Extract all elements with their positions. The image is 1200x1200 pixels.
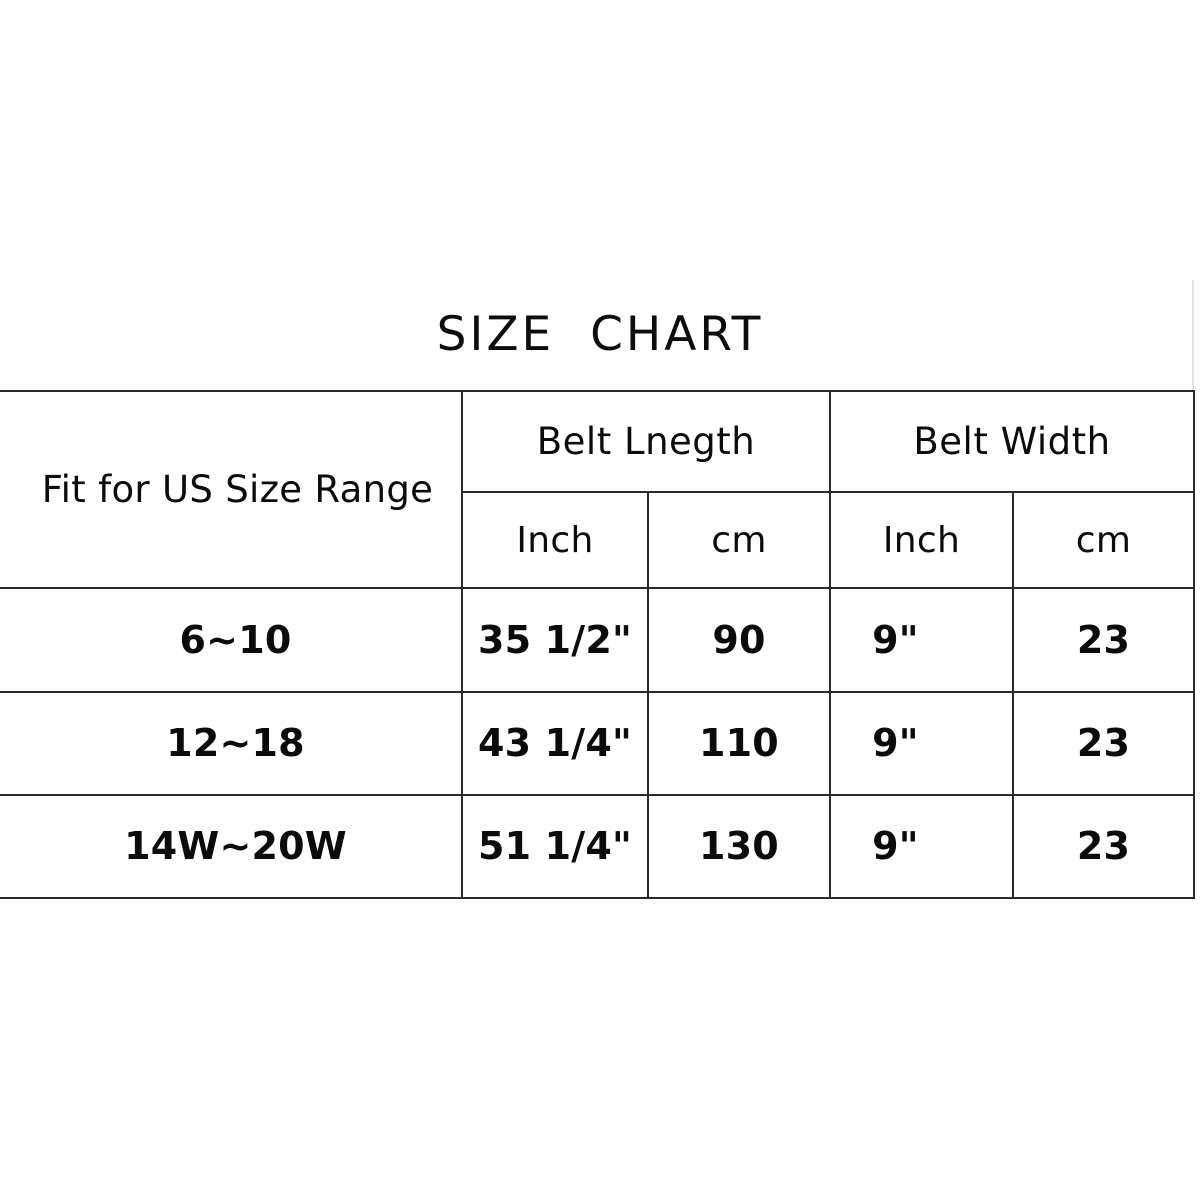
cell-belt-length-inch: 43 1/4"	[461, 690, 649, 796]
cell-belt-length-cm: 90	[647, 587, 831, 693]
size-chart-table: Fit for US Size Range Belt Lnegth Belt W…	[0, 389, 1196, 900]
cell-belt-width-inch: 9"	[829, 793, 1014, 900]
table-row: 12~18 43 1/4" 110 9" 23	[0, 690, 1196, 796]
header-belt-length: Belt Lnegth	[461, 390, 831, 493]
header-fit-for-us-size-range: Fit for US Size Range	[0, 389, 463, 590]
cell-size-range: 12~18	[0, 690, 463, 796]
cell-belt-width-inch: 9"	[829, 690, 1014, 796]
size-chart-table-container: Fit for US Size Range Belt Lnegth Belt W…	[0, 389, 1196, 900]
table-row: 14W~20W 51 1/4" 130 9" 23	[0, 793, 1196, 900]
page-title: SIZE CHART	[436, 307, 764, 362]
header-belt-width-inch: Inch	[829, 490, 1014, 590]
header-belt-length-cm: cm	[647, 490, 831, 590]
cell-belt-length-cm: 130	[647, 793, 831, 900]
table-row: 6~10 35 1/2" 90 9" 23	[0, 587, 1196, 693]
cell-belt-length-inch: 51 1/4"	[461, 793, 649, 900]
cell-belt-width-cm: 23	[1011, 793, 1196, 900]
cell-size-range: 6~10	[0, 587, 463, 693]
cell-belt-length-cm: 110	[647, 690, 831, 796]
header-belt-width-cm: cm	[1011, 490, 1196, 590]
cell-belt-length-inch: 35 1/2"	[461, 587, 649, 693]
cell-size-range: 14W~20W	[0, 793, 463, 900]
header-belt-length-inch: Inch	[462, 490, 649, 590]
cell-belt-width-cm: 23	[1011, 587, 1196, 693]
table-group-header-row: Fit for US Size Range Belt Lnegth Belt W…	[0, 389, 1196, 590]
header-belt-width: Belt Width	[828, 390, 1196, 493]
cell-belt-width-inch: 9"	[829, 587, 1014, 693]
cell-belt-width-cm: 23	[1011, 690, 1196, 796]
